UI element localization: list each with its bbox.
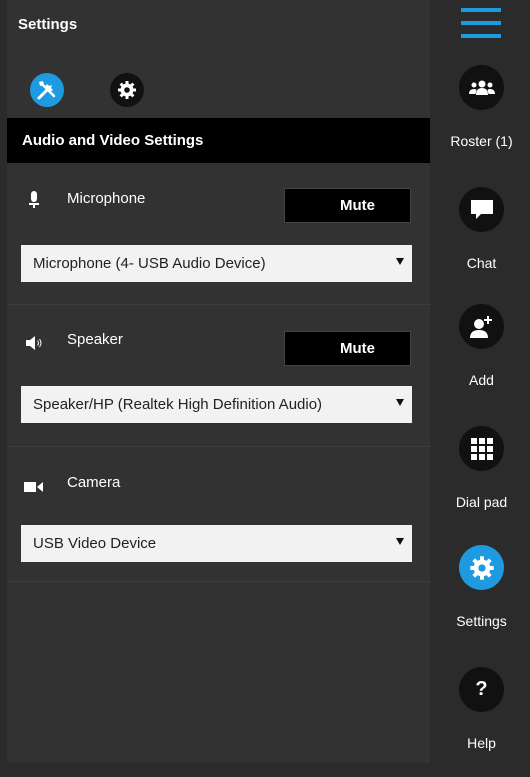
tab-general-settings[interactable]	[110, 73, 144, 107]
divider	[7, 581, 430, 582]
roster-icon	[459, 65, 504, 110]
sidebar-item-label: Help	[467, 735, 496, 751]
menu-button[interactable]	[461, 8, 501, 38]
sidebar-item-roster[interactable]: Roster (1)	[433, 65, 530, 175]
chevron-down-icon	[396, 399, 404, 406]
gear-icon	[118, 81, 136, 99]
gear-icon	[459, 545, 504, 590]
camera-select[interactable]: USB Video Device	[21, 525, 412, 562]
sidebar-item-label: Dial pad	[455, 494, 508, 510]
sidebar-item-label: Add	[469, 372, 494, 388]
microphone-select-value: Microphone (4- USB Audio Device)	[33, 255, 266, 272]
chevron-down-icon	[396, 538, 404, 545]
chevron-down-icon	[396, 258, 404, 265]
sidebar-item-label: Roster (1)	[450, 133, 513, 149]
panel-title: Settings	[18, 16, 78, 33]
speaker-label: Speaker	[67, 331, 123, 348]
divider	[7, 304, 430, 305]
sidebar-item-label: Chat	[466, 255, 497, 271]
sidebar-item-chat[interactable]: Chat	[433, 187, 530, 297]
section-title: Audio and Video Settings	[22, 132, 204, 149]
settings-panel: Settings Audio and Video Settings Microp…	[7, 0, 430, 763]
sidebar-item-dialpad[interactable]: Dial pad	[433, 426, 530, 536]
microphone-icon	[24, 190, 44, 210]
sidebar: Roster (1) Chat Add Dial pad Settings ? …	[433, 0, 530, 763]
sidebar-item-add[interactable]: Add	[433, 304, 530, 414]
speaker-select-value: Speaker/HP (Realtek High Definition Audi…	[33, 396, 323, 413]
speaker-icon	[24, 333, 44, 353]
speaker-select[interactable]: Speaker/HP (Realtek High Definition Audi…	[21, 386, 412, 423]
help-icon: ?	[459, 667, 504, 712]
chat-icon	[459, 187, 504, 232]
camera-label: Camera	[67, 474, 121, 491]
camera-icon	[24, 477, 44, 497]
camera-select-value: USB Video Device	[33, 535, 157, 552]
tab-audio-video[interactable]	[30, 73, 64, 107]
microphone-mute-button[interactable]: Mute	[284, 188, 411, 223]
divider	[7, 446, 430, 447]
add-user-icon	[459, 304, 504, 349]
sidebar-item-settings[interactable]: Settings	[433, 545, 530, 655]
sidebar-item-help[interactable]: ? Help	[433, 667, 530, 777]
microphone-label: Microphone	[67, 190, 146, 207]
speaker-mute-button[interactable]: Mute	[284, 331, 411, 366]
section-header: Audio and Video Settings	[7, 118, 430, 163]
tools-icon	[37, 81, 56, 100]
dialpad-icon	[459, 426, 504, 471]
sidebar-item-label: Settings	[456, 613, 507, 629]
microphone-select[interactable]: Microphone (4- USB Audio Device)	[21, 245, 412, 282]
